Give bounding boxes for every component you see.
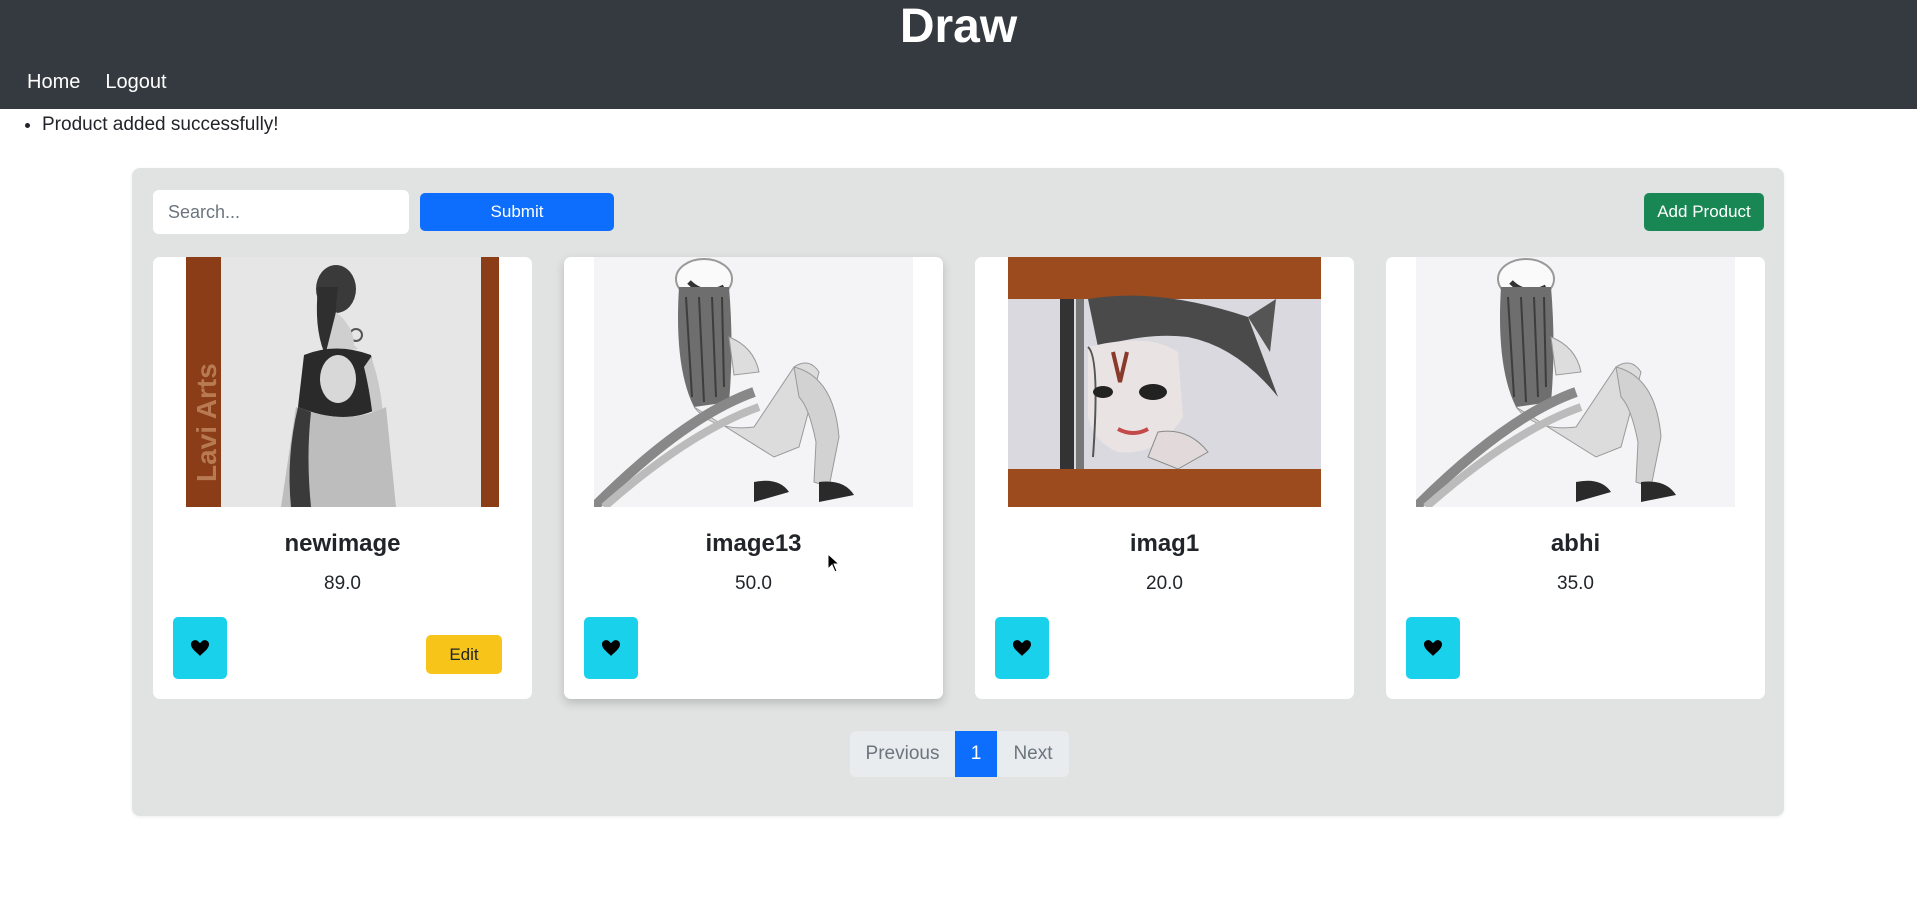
top-navbar: Draw Home Logout	[0, 0, 1917, 109]
product-image-girl-sketch[interactable]	[594, 257, 913, 507]
flash-message: Product added successfully!	[42, 112, 279, 138]
product-price: 20.0	[1146, 573, 1183, 594]
mouse-cursor-icon	[827, 553, 841, 573]
like-button[interactable]	[584, 617, 638, 679]
heart-icon	[602, 640, 620, 656]
product-card[interactable]: Lavi Arts newimage 89.0 Edit	[153, 257, 532, 699]
pagination-previous[interactable]: Previous	[850, 731, 955, 777]
product-panel: Submit Add Product Lavi Arts	[132, 168, 1784, 816]
site-title: Draw	[899, 0, 1018, 53]
lavi-arts-watermark: Lavi Arts	[191, 363, 222, 482]
product-name: image13	[705, 530, 802, 557]
search-input[interactable]	[153, 190, 409, 234]
add-product-button[interactable]: Add Product	[1644, 193, 1764, 231]
product-image-krishna-sketch[interactable]	[1008, 257, 1321, 507]
like-button[interactable]	[995, 617, 1049, 679]
heart-icon	[1013, 640, 1031, 656]
product-card[interactable]: imag1 20.0	[975, 257, 1354, 699]
product-image-woman-sketch[interactable]: Lavi Arts	[186, 257, 499, 507]
product-price: 50.0	[735, 573, 772, 594]
pagination: Previous 1 Next	[850, 731, 1069, 777]
like-button[interactable]	[1406, 617, 1460, 679]
flash-messages: Product added successfully!	[22, 112, 279, 138]
product-price: 35.0	[1557, 573, 1594, 594]
like-button[interactable]	[173, 617, 227, 679]
product-image-girl-sketch[interactable]	[1416, 257, 1735, 507]
edit-button[interactable]: Edit	[426, 635, 502, 674]
product-price: 89.0	[324, 573, 361, 594]
product-name: newimage	[284, 530, 401, 557]
pagination-next[interactable]: Next	[997, 731, 1069, 777]
submit-button[interactable]: Submit	[420, 193, 614, 231]
nav-home-link[interactable]: Home	[27, 68, 80, 96]
product-name: abhi	[1550, 530, 1601, 557]
product-card[interactable]: abhi 35.0	[1386, 257, 1765, 699]
heart-icon	[191, 640, 209, 656]
nav-links: Home Logout	[27, 68, 167, 96]
product-card[interactable]: image13 50.0	[564, 257, 943, 699]
heart-icon	[1424, 640, 1442, 656]
product-name: imag1	[1129, 530, 1200, 557]
nav-logout-link[interactable]: Logout	[105, 68, 166, 96]
pagination-page-current[interactable]: 1	[955, 731, 997, 777]
